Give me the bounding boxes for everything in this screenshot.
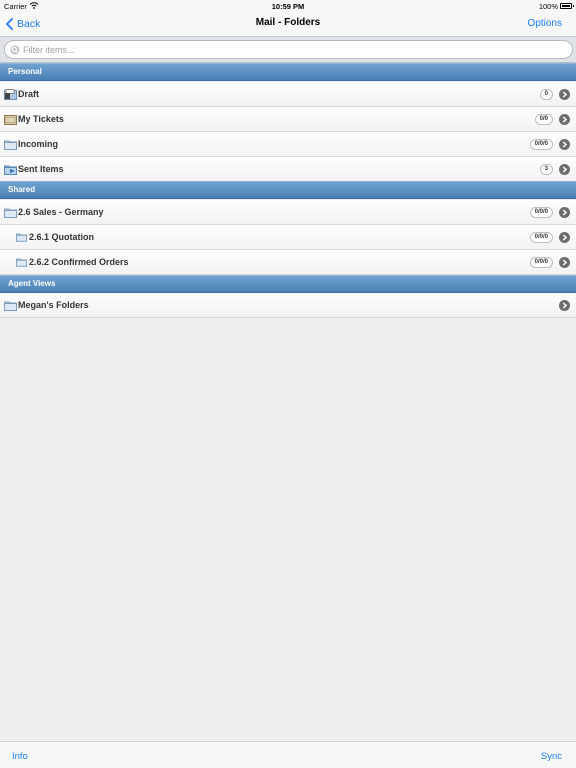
tickets-folder-icon — [4, 115, 17, 125]
page-title: Mail - Folders — [255, 17, 321, 28]
bottom-toolbar: Info Sync — [0, 741, 576, 768]
folder-label: 2.6 Sales - Germany — [18, 207, 104, 217]
disclosure-arrow-icon — [559, 207, 570, 218]
navigation-bar: Back Mail - Folders Options — [0, 12, 576, 36]
search-field[interactable] — [4, 40, 573, 59]
disclosure-arrow-icon — [559, 89, 570, 100]
battery-icon — [560, 3, 574, 9]
count-badge: 3 — [539, 164, 553, 175]
count-badge: 0/0/0 — [529, 257, 553, 268]
folder-label: 2.6.2 Confirmed Orders — [29, 257, 129, 267]
draft-folder-icon — [4, 89, 17, 100]
info-button[interactable]: Info — [12, 751, 28, 762]
folder-icon — [16, 258, 27, 267]
folder-label: Megan's Folders — [18, 300, 89, 310]
sync-button[interactable]: Sync — [541, 751, 562, 762]
battery-percentage: 100% — [538, 2, 558, 11]
folder-row-draft[interactable]: Draft 0 — [0, 82, 576, 107]
search-icon — [10, 44, 20, 55]
disclosure-arrow-icon — [559, 300, 570, 311]
folder-label: Incoming — [18, 139, 58, 149]
folder-row-my-tickets[interactable]: My Tickets 0/0 — [0, 107, 576, 132]
disclosure-arrow-icon — [559, 257, 570, 268]
section-header-agent-views: Agent Views — [0, 275, 576, 293]
clock: 10:59 PM — [271, 2, 305, 11]
count-badge: 0/0 — [534, 114, 553, 125]
folder-label: Sent Items — [18, 164, 64, 174]
back-button[interactable]: Back — [6, 16, 40, 32]
disclosure-arrow-icon — [559, 114, 570, 125]
count-badge: 0 — [539, 89, 553, 100]
folder-icon — [16, 233, 27, 242]
count-badge: 0/0/0 — [529, 207, 553, 218]
back-label: Back — [17, 18, 41, 30]
folder-label: Draft — [18, 89, 40, 99]
folder-row-sent-items[interactable]: Sent Items 3 — [0, 157, 576, 182]
folder-row-sales-germany[interactable]: 2.6 Sales - Germany 0/0/0 — [0, 200, 576, 225]
sent-folder-icon — [4, 165, 17, 175]
search-bar — [0, 36, 576, 63]
filter-input[interactable] — [23, 44, 543, 55]
disclosure-arrow-icon — [559, 232, 570, 243]
count-badge: 0/0/0 — [529, 139, 553, 150]
options-button[interactable]: Options — [528, 18, 562, 29]
section-header-shared: Shared — [0, 181, 576, 199]
disclosure-arrow-icon — [559, 139, 570, 150]
status-bar: Carrier 10:59 PM 100% — [0, 0, 576, 12]
folder-icon — [4, 301, 17, 311]
folder-icon — [4, 140, 17, 150]
folder-icon — [4, 208, 17, 218]
mail-folders-screen: Carrier 10:59 PM 100% Back Mail - Folder… — [0, 0, 576, 768]
section-header-personal: Personal — [0, 63, 576, 81]
folder-row-megans-folders[interactable]: Megan's Folders — [0, 293, 576, 318]
folder-label: My Tickets — [18, 114, 64, 124]
disclosure-arrow-icon — [559, 164, 570, 175]
chevron-left-icon — [6, 18, 13, 30]
count-badge: 0/0/0 — [529, 232, 553, 243]
folder-row-confirmed-orders[interactable]: 2.6.2 Confirmed Orders 0/0/0 — [0, 250, 576, 275]
folder-row-incoming[interactable]: Incoming 0/0/0 — [0, 132, 576, 157]
folder-row-quotation[interactable]: 2.6.1 Quotation 0/0/0 — [0, 225, 576, 250]
folder-label: 2.6.1 Quotation — [29, 232, 95, 242]
